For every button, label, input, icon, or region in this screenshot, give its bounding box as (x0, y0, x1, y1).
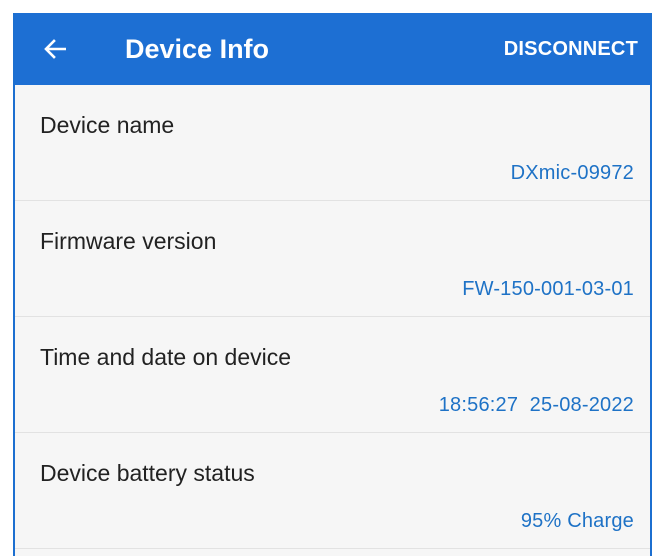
device-info-list: Device name DXmic-09972 Firmware version… (15, 85, 650, 549)
row-label: Time and date on device (40, 344, 292, 370)
row-value: 18:56:27 25-08-2022 (438, 394, 634, 416)
arrow-left-icon (44, 39, 66, 59)
app-bar: Device Info DISCONNECT (15, 13, 650, 85)
list-item-time-date: Time and date on device 18:56:27 25-08-2… (15, 317, 650, 433)
row-value: DXmic-09972 (510, 162, 634, 184)
app-window: Device Info DISCONNECT Device name DXmic… (13, 13, 652, 556)
disconnect-button[interactable]: DISCONNECT (498, 13, 644, 85)
back-button[interactable] (25, 13, 85, 85)
row-label: Firmware version (40, 228, 217, 254)
row-value: FW-150-001-03-01 (462, 278, 634, 300)
page-title: Device Info (125, 33, 270, 64)
row-value: 95% Charge (520, 510, 634, 532)
list-item-battery-status: Device battery status 95% Charge (15, 433, 650, 549)
list-item-firmware-version: Firmware version FW-150-001-03-01 (15, 201, 650, 317)
list-item-device-name: Device name DXmic-09972 (15, 85, 650, 201)
row-label: Device name (40, 112, 175, 138)
row-label: Device battery status (40, 460, 255, 486)
